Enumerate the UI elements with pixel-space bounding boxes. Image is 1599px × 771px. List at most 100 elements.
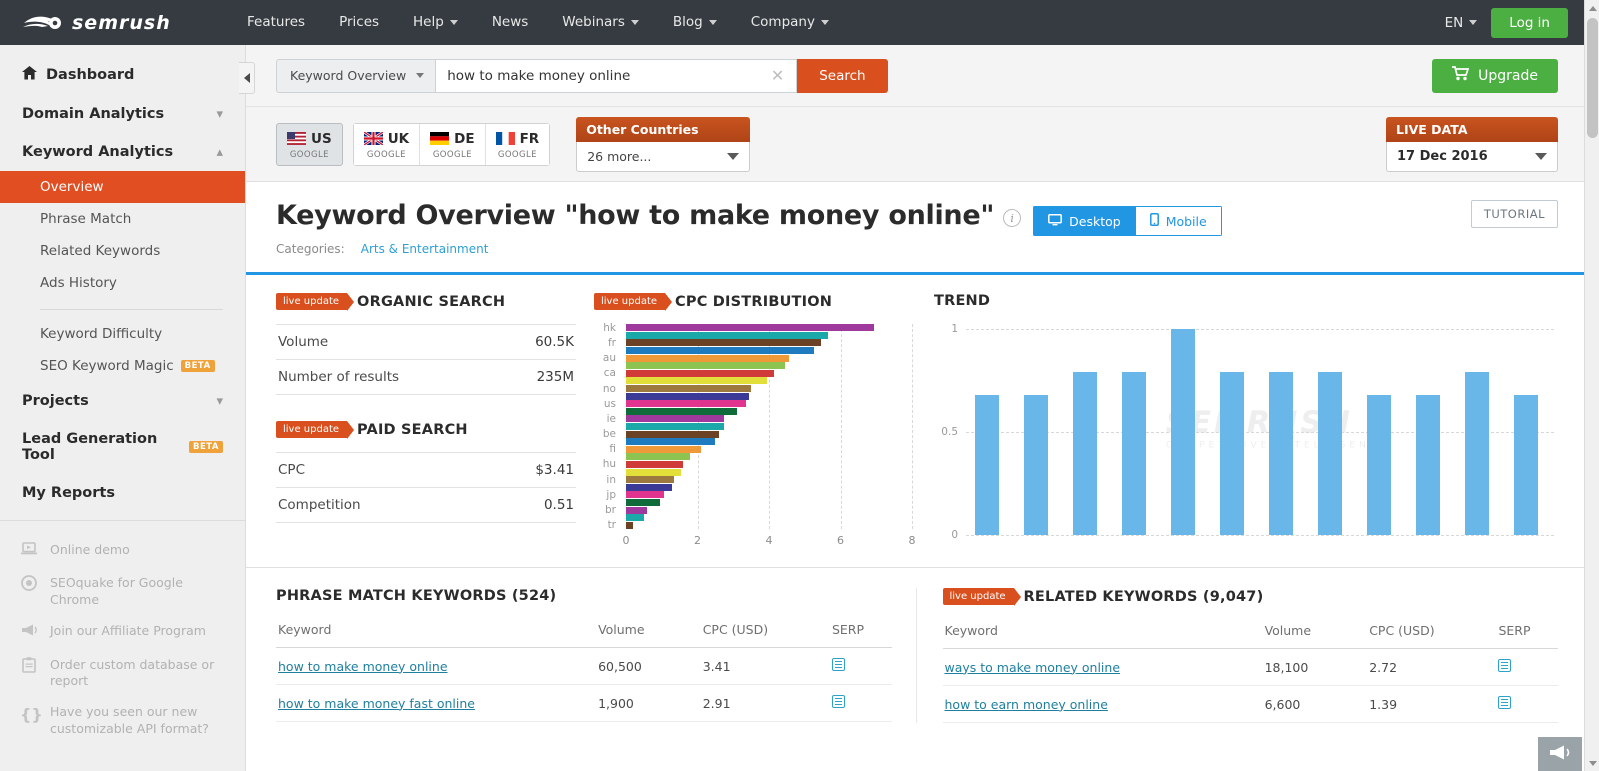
sidebar-item-phrase-match[interactable]: Phrase Match	[0, 203, 245, 235]
cpc-bar[interactable]	[626, 491, 664, 499]
login-button[interactable]: Log in	[1491, 7, 1568, 38]
column-header-keyword[interactable]: Keyword	[276, 618, 597, 648]
sidebar-item-ads-history[interactable]: Ads History	[0, 267, 245, 299]
trend-bar[interactable]	[1219, 372, 1245, 535]
cpc-bar[interactable]	[626, 514, 644, 522]
sidebar-item-dashboard[interactable]: Dashboard	[0, 55, 245, 95]
cpc-bar[interactable]	[626, 369, 775, 377]
column-header-serp[interactable]: SERP	[1496, 619, 1558, 649]
cpc-bar[interactable]	[626, 506, 648, 514]
cpc-bar[interactable]	[626, 407, 737, 415]
trend-bar[interactable]	[1268, 372, 1294, 535]
sidebar-item-keyword-difficulty[interactable]: Keyword Difficulty	[0, 318, 245, 350]
serp-icon[interactable]	[831, 695, 845, 708]
sidebar-item-related-keywords[interactable]: Related Keywords	[0, 235, 245, 267]
column-header-keyword[interactable]: Keyword	[942, 619, 1263, 649]
db-button-us[interactable]: US GOOGLE	[276, 122, 343, 166]
column-header-cpc[interactable]: CPC (USD)	[700, 618, 830, 648]
cpc-bar[interactable]	[626, 400, 746, 408]
device-toggle-mobile[interactable]: Mobile	[1135, 206, 1222, 236]
sidebar-item-lead-generation-tool[interactable]: Lead Generation Tool BETA	[0, 420, 245, 474]
trend-bar[interactable]	[1023, 394, 1049, 535]
scroll-down-button[interactable]	[1585, 755, 1599, 771]
trend-bar[interactable]	[1121, 372, 1147, 535]
category-link[interactable]: Arts & Entertainment	[361, 242, 489, 256]
report-type-select[interactable]: Keyword Overview	[276, 58, 436, 93]
serp-icon[interactable]	[1498, 659, 1512, 672]
trend-bar[interactable]	[1072, 372, 1098, 535]
menu-item-webinars[interactable]: Webinars	[545, 0, 656, 45]
cpc-bar[interactable]	[626, 453, 691, 461]
cpc-bar[interactable]	[626, 385, 752, 393]
cpc-bar[interactable]	[626, 438, 716, 446]
cpc-bar[interactable]	[626, 468, 682, 476]
semrush-logo[interactable]: semrush	[0, 12, 230, 34]
sidebar-collapse-toggle[interactable]	[239, 62, 255, 94]
sidebar-group-keyword-analytics[interactable]: Keyword Analytics ▴	[0, 133, 245, 171]
other-countries-select[interactable]: 26 more...	[576, 141, 751, 172]
serp-icon[interactable]	[1498, 696, 1512, 709]
cpc-bar[interactable]	[626, 331, 828, 339]
keyword-link[interactable]: ways to make money online	[945, 660, 1121, 675]
keyword-link[interactable]: how to earn money online	[945, 697, 1108, 712]
serp-icon[interactable]	[831, 658, 845, 671]
menu-item-company[interactable]: Company	[734, 0, 846, 45]
menu-item-features[interactable]: Features	[230, 0, 322, 45]
language-selector[interactable]: EN	[1445, 15, 1478, 31]
sidebar-footer-online-demo[interactable]: Online demo	[0, 535, 245, 568]
sidebar-footer-api-format[interactable]: {} Have you seen our new customizable AP…	[0, 697, 245, 745]
trend-bar[interactable]	[1366, 394, 1392, 535]
device-toggle-desktop[interactable]: Desktop	[1033, 206, 1136, 236]
live-data-date-select[interactable]: 17 Dec 2016	[1386, 141, 1558, 172]
trend-bar[interactable]	[1464, 372, 1490, 535]
menu-item-news[interactable]: News	[475, 0, 545, 45]
menu-item-blog[interactable]: Blog	[656, 0, 734, 45]
column-header-cpc[interactable]: CPC (USD)	[1367, 619, 1497, 649]
cpc-bar[interactable]	[626, 392, 750, 400]
keyword-link[interactable]: how to make money fast online	[278, 696, 475, 711]
upgrade-button[interactable]: Upgrade	[1432, 58, 1558, 93]
search-input[interactable]	[447, 67, 767, 84]
trend-bar[interactable]	[1513, 394, 1539, 535]
sidebar-footer-order-custom-database[interactable]: Order custom database or report	[0, 650, 245, 698]
sidebar-item-overview[interactable]: Overview	[0, 171, 245, 203]
cpc-bar[interactable]	[626, 339, 821, 347]
menu-item-help[interactable]: Help	[396, 0, 475, 45]
cpc-bar[interactable]	[626, 430, 719, 438]
feedback-button[interactable]	[1538, 737, 1582, 771]
scrollbar-thumb[interactable]	[1587, 18, 1598, 138]
cpc-bar[interactable]	[626, 324, 875, 332]
scroll-up-button[interactable]	[1585, 0, 1599, 16]
column-header-volume[interactable]: Volume	[596, 618, 701, 648]
trend-bar[interactable]	[1317, 372, 1343, 535]
trend-bar[interactable]	[1415, 394, 1441, 535]
sidebar-group-projects[interactable]: Projects ▾	[0, 382, 245, 420]
cpc-bar[interactable]	[626, 476, 675, 484]
cpc-bar[interactable]	[626, 354, 789, 362]
sidebar-item-my-reports[interactable]: My Reports	[0, 474, 245, 512]
db-button-uk[interactable]: UK GOOGLE	[353, 123, 421, 165]
cpc-bar[interactable]	[626, 483, 673, 491]
cpc-bar[interactable]	[626, 377, 768, 385]
sidebar-footer-affiliate-program[interactable]: Join our Affiliate Program	[0, 616, 245, 650]
cpc-bar[interactable]	[626, 445, 702, 453]
page-scrollbar[interactable]	[1584, 0, 1599, 771]
db-button-de[interactable]: DE GOOGLE	[420, 123, 486, 165]
sidebar-item-seo-keyword-magic[interactable]: SEO Keyword Magic BETA	[0, 350, 245, 382]
cpc-bar[interactable]	[626, 460, 684, 468]
trend-bar[interactable]	[974, 394, 1000, 535]
column-header-serp[interactable]: SERP	[829, 618, 892, 648]
search-button[interactable]: Search	[797, 58, 888, 93]
clear-icon[interactable]: ✕	[767, 66, 788, 85]
keyword-link[interactable]: how to make money online	[278, 659, 448, 674]
cpc-bar[interactable]	[626, 498, 660, 506]
menu-item-prices[interactable]: Prices	[322, 0, 396, 45]
trend-bar[interactable]	[1170, 329, 1196, 535]
cpc-bar[interactable]	[626, 362, 786, 370]
cpc-bar[interactable]	[626, 423, 725, 430]
cpc-bar[interactable]	[626, 347, 814, 355]
cpc-bar[interactable]	[626, 415, 725, 423]
tutorial-button[interactable]: TUTORIAL	[1470, 200, 1558, 228]
db-button-fr[interactable]: FR GOOGLE	[485, 123, 550, 165]
cpc-bar[interactable]	[626, 521, 634, 529]
